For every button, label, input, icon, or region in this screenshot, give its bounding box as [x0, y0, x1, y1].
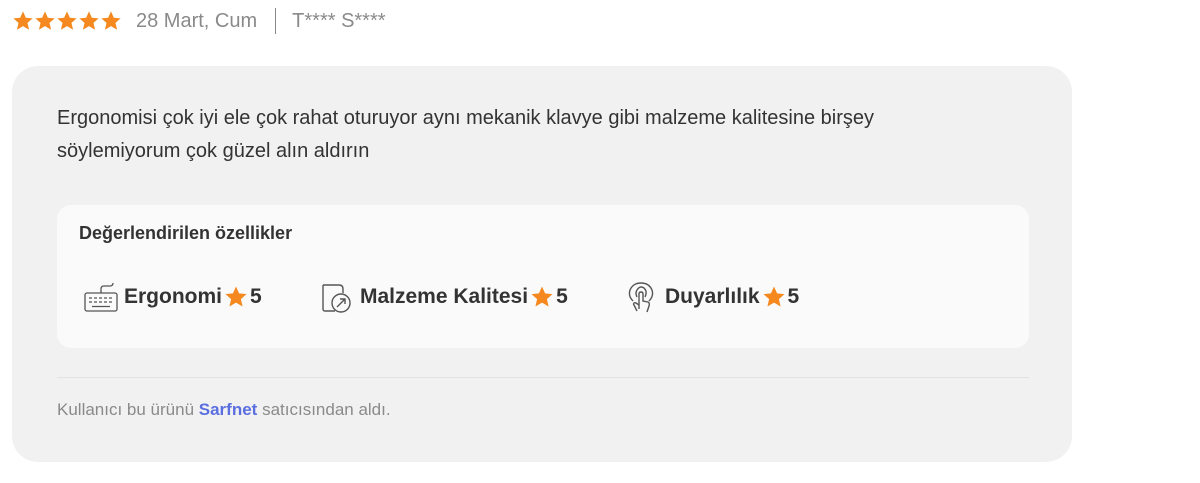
feature-label: Ergonomi: [124, 285, 222, 308]
star-icon: [57, 11, 77, 30]
review-date: 28 Mart, Cum: [136, 9, 258, 32]
rating-stars: [12, 10, 122, 32]
seller-link[interactable]: Sarfnet: [199, 400, 258, 419]
star-icon: [763, 286, 785, 307]
feature-label: Duyarlılık: [665, 285, 760, 308]
feature-score: 5: [787, 285, 800, 308]
feature-responsiveness: Duyarlılık 5: [624, 279, 799, 315]
feature-material-quality: Malzeme Kalitesi 5: [319, 279, 568, 315]
feature-score: 5: [556, 285, 568, 308]
seller-info: Kullanıcı bu ürünü Sarfnet satıcısından …: [57, 400, 391, 420]
star-icon: [101, 11, 121, 30]
star-icon: [35, 11, 55, 30]
touch-icon: [628, 282, 654, 313]
star-icon: [79, 11, 99, 30]
seller-prefix: Kullanıcı bu ürünü: [57, 400, 199, 419]
header-separator: [275, 8, 277, 34]
feature-label: Malzeme Kalitesi: [360, 285, 529, 308]
keyboard-icon: [84, 282, 118, 312]
review-header: 28 Mart, Cum T**** S****: [12, 6, 386, 36]
feature-ergonomics: Ergonomi 5: [83, 279, 262, 315]
review-text: Ergonomisi çok iyi ele çok rahat oturuyo…: [57, 107, 875, 162]
material-quality-icon: [322, 284, 351, 313]
star-icon: [225, 286, 247, 307]
star-icon: [531, 286, 553, 307]
review-card: Ergonomisi çok iyi ele çok rahat oturuyo…: [12, 66, 1072, 462]
review-author: T**** S****: [292, 9, 386, 32]
star-icon: [13, 11, 33, 30]
feature-score: 5: [250, 285, 262, 308]
rated-features-title: Değerlendirilen özellikler: [79, 223, 293, 243]
rated-features-panel: Değerlendirilen özellikler Ergonomi 5 Ma…: [57, 205, 1029, 348]
seller-suffix: satıcısından aldı.: [257, 400, 391, 419]
divider: [57, 377, 1029, 378]
